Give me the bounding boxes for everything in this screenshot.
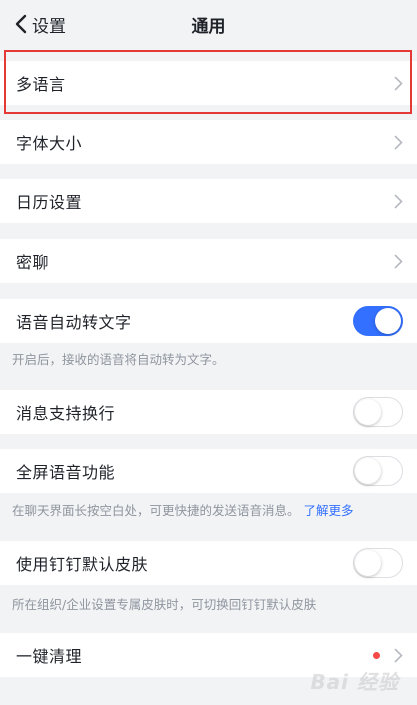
row-label: 消息支持换行 [16, 404, 116, 423]
hint-default-skin: 所在组织/企业设置专属皮肤时，可切换回钉钉默认皮肤 [12, 597, 317, 612]
row-default-skin: 使用钉钉默认皮肤 [0, 541, 417, 585]
msg-linebreak-toggle[interactable] [353, 397, 403, 427]
row-label: 字体大小 [16, 134, 83, 153]
watermark: Bai 经验 [310, 670, 399, 694]
back-label: 设置 [32, 16, 66, 37]
row-fullscreen-voice: 全屏语音功能 [0, 449, 417, 493]
row-label: 使用钉钉默认皮肤 [16, 555, 149, 574]
chevron-right-icon [394, 254, 403, 269]
hint-text: 在聊天界面长按空白处，可更快捷的发送语音消息。 [12, 503, 300, 518]
row-label: 语音自动转文字 [16, 313, 132, 332]
row-calendar[interactable]: 日历设置 [0, 179, 417, 223]
row-label: 密聊 [16, 253, 50, 272]
highlight-box [4, 50, 412, 114]
row-font-size[interactable]: 字体大小 [0, 120, 417, 164]
row-secret-chat[interactable]: 密聊 [0, 239, 417, 283]
row-label: 一键清理 [16, 647, 83, 666]
hint-voice-to-text: 开启后，接收的语音将自动转为文字。 [12, 352, 225, 367]
learn-more-link[interactable]: 了解更多 [304, 503, 354, 518]
nav-bar: 设置 通用 [0, 0, 417, 48]
default-skin-toggle[interactable] [353, 548, 403, 578]
page-title: 通用 [191, 16, 226, 37]
back-button[interactable]: 设置 [14, 10, 66, 38]
chevron-right-icon [394, 135, 403, 150]
fullscreen-voice-toggle[interactable] [353, 456, 403, 486]
notification-dot [373, 651, 380, 659]
row-voice-to-text: 语音自动转文字 [0, 299, 417, 343]
toggle-knob [355, 457, 381, 484]
hint-fullscreen-voice: 在聊天界面长按空白处，可更快捷的发送语音消息。 了解更多 [12, 500, 354, 519]
row-label: 日历设置 [16, 193, 83, 212]
toggle-knob [355, 549, 381, 576]
voice-to-text-toggle[interactable] [353, 306, 403, 336]
row-label: 全屏语音功能 [16, 463, 116, 482]
row-msg-linebreak: 消息支持换行 [0, 390, 417, 434]
toggle-knob [375, 308, 401, 334]
chevron-right-icon [394, 194, 403, 209]
toggle-knob [355, 398, 381, 425]
chevron-left-icon [15, 14, 27, 34]
chevron-right-icon [394, 648, 403, 663]
